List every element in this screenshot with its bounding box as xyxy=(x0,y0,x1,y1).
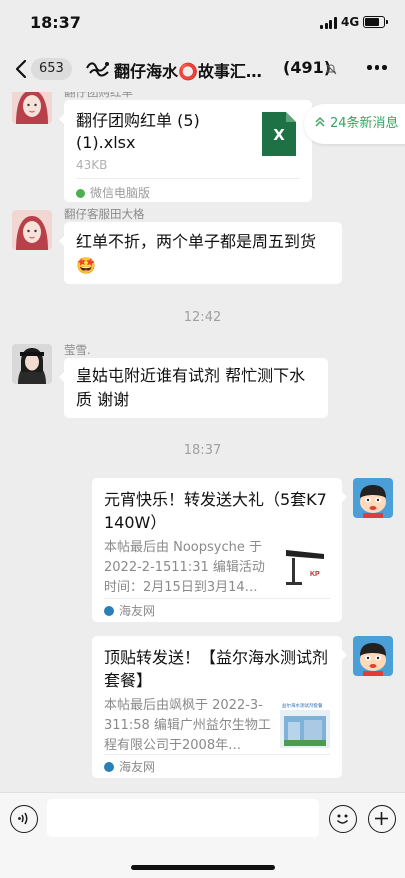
message-input[interactable] xyxy=(47,799,319,837)
link-card[interactable]: 顶贴转发送！【益尔海水测试剂套餐】 本帖最后由飒枫于 2022-3-311:58… xyxy=(92,636,347,778)
more-options-icon[interactable] xyxy=(367,65,387,71)
card-thumbnail: 益尔海水测试剂套餐 xyxy=(280,698,330,748)
card-thumbnail: KP xyxy=(280,540,330,590)
svg-text:益尔海水测试剂套餐: 益尔海水测试剂套餐 xyxy=(282,702,323,709)
text-message-bubble[interactable]: 皇姑屯附近谁有试剂 帮忙测下水质 谢谢 xyxy=(59,358,328,418)
timestamp: 18:37 xyxy=(183,443,222,458)
excel-file-icon: X xyxy=(262,112,296,156)
network-label: 4G xyxy=(341,15,360,29)
timestamp: 12:42 xyxy=(183,310,222,325)
signal-icon xyxy=(320,17,338,29)
message-list[interactable]: 翻仔团购红单 翻仔团购红单 (5) (1).xlsx 43KB X 微信电脑版 … xyxy=(0,92,405,792)
double-chevron-up-icon xyxy=(315,117,325,127)
divider xyxy=(104,598,330,599)
status-bar: 18:37 4G xyxy=(0,0,405,46)
card-source: 海友网 xyxy=(104,758,155,775)
avatar[interactable] xyxy=(12,92,52,124)
file-size: 43KB xyxy=(76,158,108,172)
emoji-icon[interactable] xyxy=(329,805,357,833)
group-wave-icon xyxy=(86,62,109,77)
home-indicator xyxy=(131,865,275,870)
back-arrow-icon[interactable] xyxy=(12,58,32,80)
new-messages-button[interactable]: 24条新消息 xyxy=(304,104,405,144)
member-count: (491) xyxy=(283,58,332,77)
card-title: 元宵快乐！转发送大礼（5套K7 140W） xyxy=(104,490,327,532)
avatar[interactable] xyxy=(12,344,52,384)
avatar[interactable] xyxy=(12,210,52,250)
chat-header: 653 翻仔海水⭕故事汇… (491) xyxy=(0,46,405,92)
input-bar xyxy=(0,792,405,878)
card-source: 海友网 xyxy=(104,602,155,619)
svg-text:KP: KP xyxy=(310,571,320,578)
voice-input-icon[interactable] xyxy=(10,805,38,833)
divider xyxy=(104,754,330,755)
battery-icon xyxy=(363,16,388,28)
card-title: 顶贴转发送！【益尔海水测试剂套餐】 xyxy=(104,648,329,690)
mute-bell-icon xyxy=(325,63,337,75)
site-logo-icon xyxy=(104,762,114,772)
self-avatar[interactable] xyxy=(353,636,393,676)
sender-name: 莹雪. xyxy=(64,343,91,357)
sender-name: 翻仔团购红单 xyxy=(64,92,133,99)
chat-title[interactable]: 翻仔海水⭕故事汇… xyxy=(114,58,278,82)
status-time: 18:37 xyxy=(30,13,81,32)
file-name: 翻仔团购红单 (5) (1).xlsx xyxy=(76,111,200,152)
card-description: 本帖最后由飒枫于 2022-3-311:58 编辑广州益尔生物工程有限公司于20… xyxy=(104,698,271,753)
message-text: 皇姑屯附近谁有试剂 帮忙测下水质 谢谢 xyxy=(76,366,306,409)
file-message-bubble[interactable]: 翻仔团购红单 (5) (1).xlsx 43KB X 微信电脑版 xyxy=(59,100,312,202)
text-message-bubble[interactable]: 红单不折，两个单子都是周五到货 🤩 xyxy=(59,222,342,284)
message-text: 红单不折，两个单子都是周五到货 xyxy=(76,232,317,251)
wechat-pc-icon xyxy=(76,189,85,198)
link-card[interactable]: 元宵快乐！转发送大礼（5套K7 140W） 本帖最后由 Noopsyche 于 … xyxy=(92,478,347,622)
emoji: 🤩 xyxy=(76,256,96,275)
unread-count-badge[interactable]: 653 xyxy=(31,58,72,80)
card-description: 本帖最后由 Noopsyche 于 2022-2-1511:31 编辑活动时间：… xyxy=(104,540,265,595)
file-source: 微信电脑版 xyxy=(76,184,150,201)
self-avatar[interactable] xyxy=(353,478,393,518)
divider xyxy=(76,178,300,179)
site-logo-icon xyxy=(104,606,114,616)
sender-name: 翻仔客服田大格 xyxy=(64,207,145,221)
plus-icon[interactable] xyxy=(368,805,396,833)
